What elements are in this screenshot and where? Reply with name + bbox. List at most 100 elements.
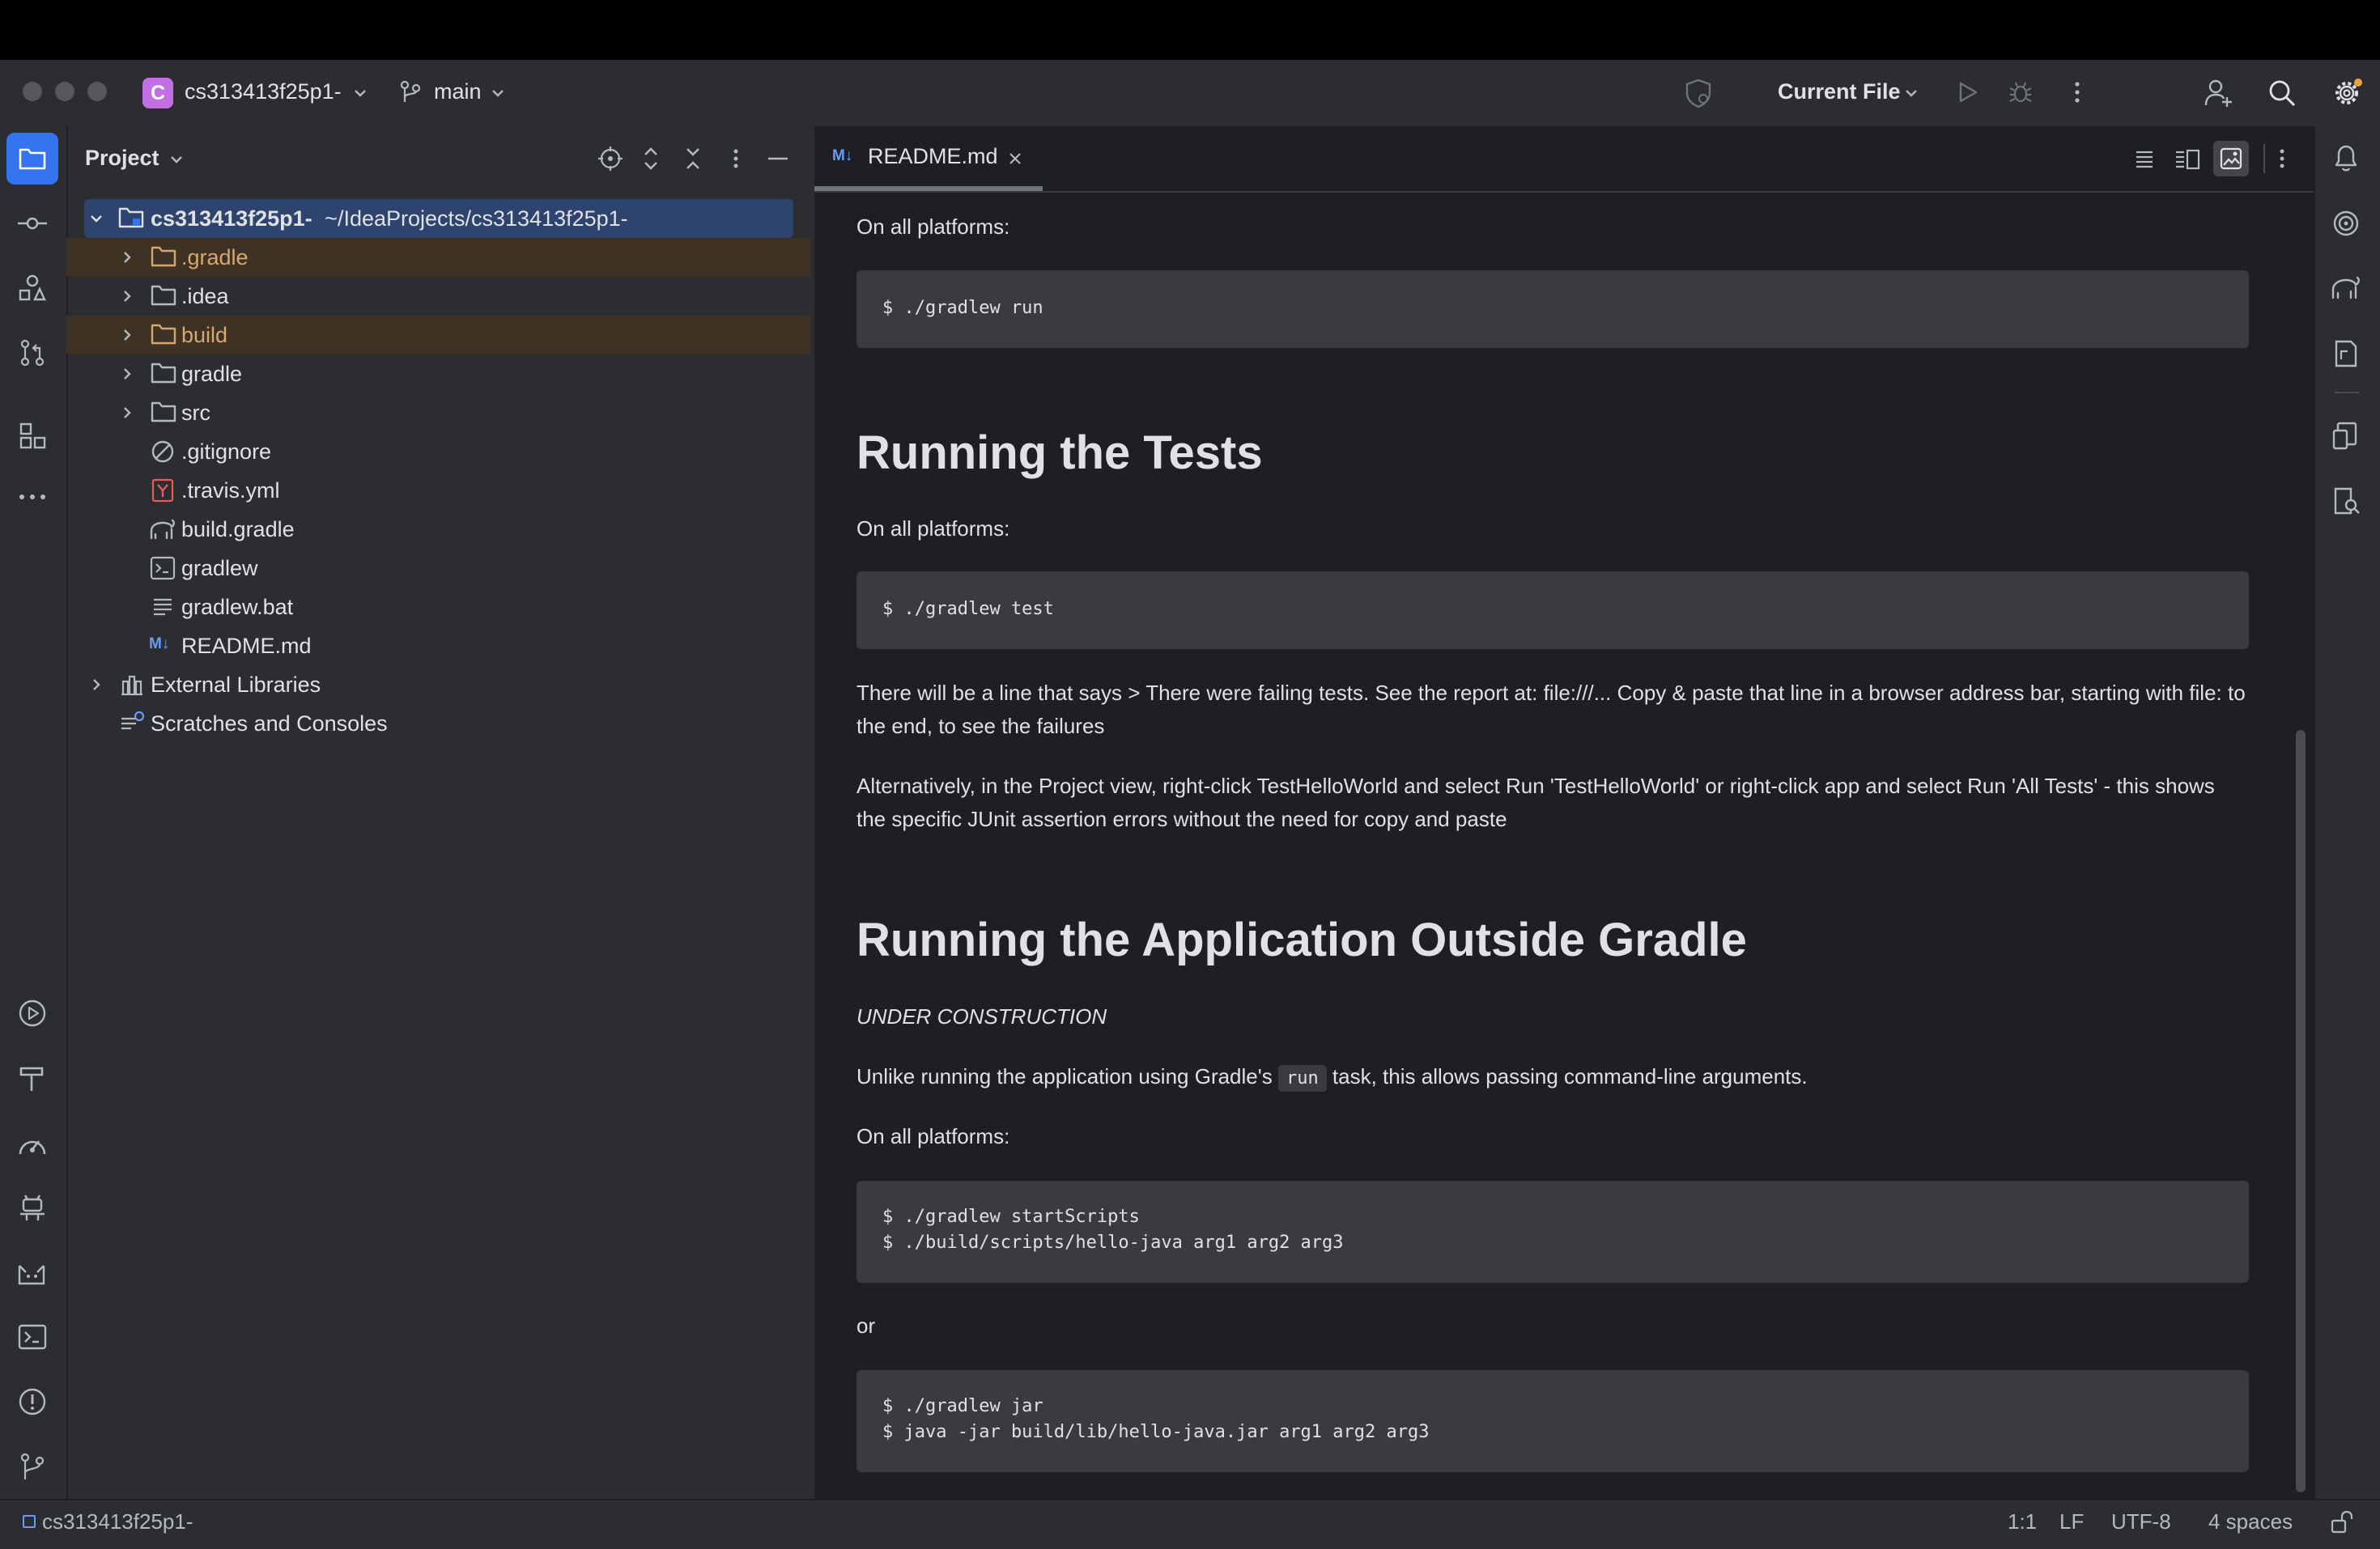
chevron-right-icon[interactable]	[118, 326, 136, 344]
split-editor-preview-icon[interactable]	[2174, 146, 2200, 172]
paragraph: On all platforms:	[856, 214, 1010, 239]
editor-options-icon[interactable]	[2273, 146, 2291, 172]
project-panel-title[interactable]: Project	[85, 146, 159, 171]
ai-assistant-icon[interactable]	[2331, 209, 2361, 238]
status-project-name[interactable]: cs313413f25p1-	[42, 1509, 193, 1534]
close-window-button[interactable]	[23, 82, 42, 101]
chevron-down-icon[interactable]	[87, 210, 105, 227]
run-icon[interactable]	[1954, 79, 1980, 105]
tree-row-dot-gradle[interactable]: .gradle	[66, 238, 811, 277]
tree-row-travis-yml[interactable]: .travis.yml	[66, 471, 811, 510]
tree-row-gitignore[interactable]: .gitignore	[66, 432, 811, 471]
code-line: $ ./build/scripts/hello-java arg1 arg2 a…	[882, 1233, 1344, 1253]
problems-icon[interactable]	[18, 1387, 47, 1416]
terminal-icon[interactable]	[18, 1324, 47, 1350]
settings-gear-icon[interactable]	[2331, 78, 2362, 108]
locate-target-icon[interactable]	[597, 146, 623, 172]
project-square-icon	[23, 1515, 36, 1528]
chevron-right-icon[interactable]	[118, 248, 136, 266]
markdown-file-icon: M↓	[832, 147, 853, 164]
chevron-right-icon[interactable]	[118, 287, 136, 305]
text-span: Unlike running the application using Gra…	[856, 1064, 1278, 1089]
chevron-down-icon[interactable]	[168, 151, 185, 168]
unlock-icon[interactable]	[2330, 1510, 2354, 1534]
vertical-scrollbar[interactable]	[2296, 730, 2306, 1492]
tree-row-gradlew-bat[interactable]: gradlew.bat	[66, 588, 811, 626]
collapse-all-icon[interactable]	[683, 146, 703, 172]
chevron-right-icon[interactable]	[118, 404, 136, 422]
tree-label: External Libraries	[151, 673, 321, 697]
gradle-elephant-icon[interactable]	[2330, 274, 2362, 303]
tree-label: Scratches and Consoles	[151, 711, 388, 736]
search-icon[interactable]	[2267, 78, 2297, 108]
tree-label: .gradle	[181, 245, 249, 269]
paragraph-with-code: Unlike running the application using Gra…	[856, 1060, 2249, 1095]
preview-image-icon	[2220, 147, 2242, 170]
chevron-right-icon[interactable]	[118, 365, 136, 383]
branch-switcher[interactable]: main	[434, 79, 482, 104]
tab-readme-md[interactable]: M↓ README.md	[814, 126, 1043, 191]
run-configuration-selector[interactable]: Current File	[1778, 79, 1901, 104]
tree-row-gradlew[interactable]: gradlew	[66, 549, 811, 588]
tree-row-src[interactable]: src	[66, 393, 811, 432]
minimize-window-button[interactable]	[55, 82, 74, 101]
services-run-icon[interactable]	[18, 999, 47, 1028]
android-robot-icon[interactable]	[18, 1193, 47, 1222]
status-indent[interactable]: 4 spaces	[2208, 1509, 2293, 1534]
tree-label: README.md	[181, 634, 312, 658]
git-icon[interactable]	[18, 1452, 47, 1481]
layout-inspector-icon[interactable]	[2331, 486, 2361, 516]
status-line-separator[interactable]: LF	[2059, 1509, 2084, 1534]
debug-icon[interactable]	[2008, 79, 2034, 105]
tree-row-build-gradle[interactable]: build.gradle	[66, 510, 811, 549]
zoom-window-button[interactable]	[87, 82, 107, 101]
strip-divider	[2335, 392, 2359, 393]
tree-row-readme[interactable]: M↓ README.md	[66, 626, 811, 665]
branch-icon[interactable]	[398, 79, 423, 105]
tree-row-root[interactable]: cs313413f25p1- ~/IdeaProjects/cs313413f2…	[84, 199, 793, 238]
tree-row-external-libraries[interactable]: External Libraries	[66, 665, 811, 704]
chevron-down-icon[interactable]	[489, 84, 507, 102]
project-badge[interactable]: C	[142, 78, 173, 108]
project-switcher[interactable]: cs313413f25p1-	[185, 79, 342, 104]
pull-requests-icon[interactable]	[18, 338, 47, 367]
root-name: cs313413f25p1-	[151, 206, 312, 231]
close-tab-icon[interactable]	[1007, 151, 1023, 167]
tree-row-scratches[interactable]: Scratches and Consoles	[66, 704, 811, 743]
tree-row-gradle[interactable]: gradle	[66, 354, 811, 393]
plugins-icon[interactable]	[18, 421, 47, 450]
chevron-right-icon[interactable]	[87, 676, 105, 694]
commit-icon[interactable]	[16, 210, 49, 236]
app-inspection-icon[interactable]	[16, 1259, 49, 1288]
chevron-down-icon[interactable]	[351, 84, 369, 102]
folder-icon	[151, 283, 176, 308]
tree-row-build[interactable]: build	[66, 316, 811, 354]
panel-options-icon[interactable]	[727, 146, 745, 172]
add-user-icon[interactable]	[2204, 78, 2234, 108]
notifications-bell-icon[interactable]	[2331, 142, 2361, 173]
structure-shapes-icon[interactable]	[18, 274, 47, 303]
editor-only-icon[interactable]	[2134, 146, 2155, 172]
folder-icon	[151, 244, 176, 269]
scratches-icon	[120, 711, 145, 735]
markdown-file-icon: M↓	[149, 635, 170, 652]
right-tool-window-strip	[2314, 126, 2380, 1499]
status-caret-position[interactable]: 1:1	[2008, 1509, 2037, 1534]
hide-panel-icon[interactable]	[766, 146, 790, 172]
build-hammer-icon[interactable]	[18, 1063, 47, 1093]
status-encoding[interactable]: UTF-8	[2111, 1509, 2171, 1534]
shell-script-icon	[150, 556, 176, 580]
chevron-down-icon[interactable]	[1902, 84, 1920, 102]
expand-all-icon[interactable]	[641, 146, 661, 172]
more-actions-icon[interactable]	[2068, 79, 2087, 105]
ignore-file-icon	[151, 439, 175, 464]
running-devices-icon[interactable]	[2331, 421, 2361, 452]
shield-icon[interactable]	[1684, 78, 1713, 108]
device-manager-icon[interactable]	[2331, 338, 2361, 369]
paragraph: Alternatively, in the Project view, righ…	[856, 774, 2215, 831]
text-file-icon	[152, 596, 173, 617]
tree-row-dot-idea[interactable]: .idea	[66, 277, 811, 316]
profiler-icon[interactable]	[16, 1130, 49, 1159]
inline-code: run	[1277, 1065, 1327, 1092]
more-tools-icon[interactable]	[16, 487, 49, 507]
